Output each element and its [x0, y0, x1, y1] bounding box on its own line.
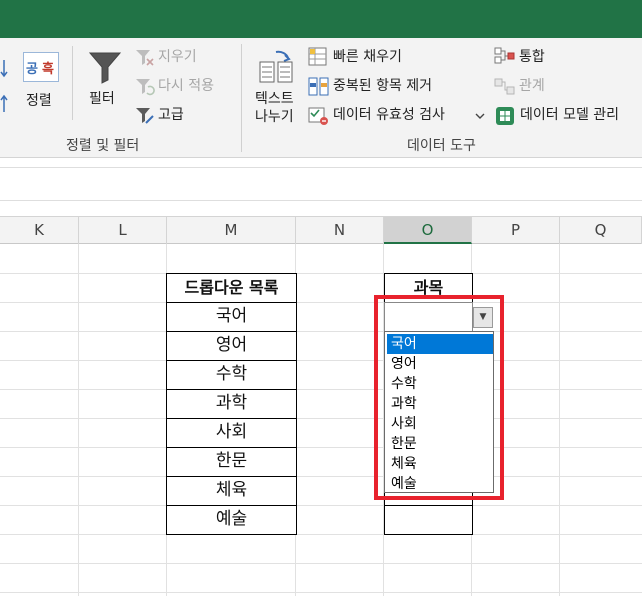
list-item[interactable]: 국어 — [166, 302, 297, 332]
text-to-columns-icon — [259, 50, 293, 83]
reapply-filter-button[interactable]: 다시 적용 — [158, 77, 214, 95]
gridline — [78, 244, 79, 596]
remove-duplicates-button[interactable]: 중복된 항목 제거 — [333, 77, 432, 95]
worksheet-grid[interactable]: 드롭다운 목록 국어 영어 수학 과학 사회 한문 체육 예술 과목 ▼ 국어 … — [0, 244, 642, 596]
gridline — [0, 360, 642, 361]
gridline — [0, 389, 642, 390]
funnel-icon — [88, 52, 122, 84]
sort-label: 정렬 — [26, 93, 52, 109]
list-item[interactable]: 사회 — [166, 418, 297, 448]
gridline — [0, 331, 642, 332]
sort-dialog-icon: 공 흑 — [23, 52, 59, 82]
column-header-l[interactable]: L — [79, 217, 167, 244]
reapply-filter-icon — [136, 79, 155, 96]
sort-descending-icon[interactable] — [0, 94, 12, 116]
title-bar — [0, 0, 642, 38]
relationships-icon — [494, 78, 515, 95]
flash-fill-button[interactable]: 빠른 채우기 — [333, 48, 402, 66]
column-header-p[interactable]: P — [472, 217, 560, 244]
data-model-button[interactable]: 데이터 모델 관리 — [520, 106, 619, 124]
gridline — [0, 302, 642, 303]
list-item[interactable]: 과학 — [166, 389, 297, 419]
gridline — [0, 592, 642, 593]
column-header-q[interactable]: Q — [560, 217, 642, 244]
list-item[interactable]: 체육 — [166, 476, 297, 506]
clear-filter-button[interactable]: 지우기 — [158, 48, 197, 66]
ribbon-divider — [72, 46, 73, 120]
subject-cell[interactable] — [384, 505, 473, 535]
sort-icon-char-2: 흑 — [42, 62, 54, 77]
gridline — [0, 505, 642, 506]
gridline — [0, 273, 642, 274]
consolidate-button[interactable]: 통합 — [519, 48, 545, 66]
column-headers: K L M N O P Q — [0, 216, 642, 244]
highlight-box — [374, 295, 504, 500]
text-to-columns-button[interactable]: 텍스트 나누기 — [250, 50, 302, 130]
sort-ascending-icon[interactable] — [0, 58, 12, 80]
gridline — [0, 534, 642, 535]
list-item[interactable]: 영어 — [166, 331, 297, 361]
data-tools-group-label: 데이터 도구 — [407, 138, 476, 154]
advanced-filter-icon — [136, 108, 154, 124]
column-header-n[interactable]: N — [296, 217, 384, 244]
clear-filter-icon — [136, 50, 154, 66]
advanced-filter-button[interactable]: 고급 — [158, 106, 184, 124]
list-item[interactable]: 예술 — [166, 505, 297, 535]
column-header-m[interactable]: M — [167, 217, 296, 244]
dropdown-list-header-cell[interactable]: 드롭다운 목록 — [166, 273, 297, 303]
text-to-columns-label-2: 나누기 — [255, 109, 294, 125]
gridline — [559, 244, 560, 596]
remove-duplicates-icon — [308, 77, 329, 96]
data-validation-icon — [308, 107, 328, 125]
flash-fill-icon — [308, 47, 327, 66]
list-item[interactable]: 한문 — [166, 447, 297, 477]
gridline — [0, 418, 642, 419]
sort-icon-char-1: 공 — [26, 62, 38, 77]
data-model-icon — [496, 107, 514, 125]
sort-button[interactable]: 공 흑 정렬 — [20, 52, 62, 112]
formula-bar[interactable] — [0, 167, 642, 201]
ribbon: 공 흑 정렬 필터 지우기 다시 적용 고급 정렬 및 필터 텍스트 나누기 빠… — [0, 38, 642, 158]
filter-label: 필터 — [89, 91, 115, 107]
sort-filter-group-label: 정렬 및 필터 — [66, 138, 140, 154]
column-header-o[interactable]: O — [384, 217, 472, 244]
text-to-columns-label-1: 텍스트 — [255, 91, 294, 107]
gridline — [0, 447, 642, 448]
filter-button[interactable]: 필터 — [84, 48, 126, 114]
formula-area — [0, 158, 642, 216]
group-divider — [241, 44, 242, 152]
column-header-k[interactable]: K — [0, 217, 79, 244]
gridline — [0, 563, 642, 564]
consolidate-icon — [494, 47, 515, 64]
chevron-down-icon[interactable] — [475, 111, 485, 121]
data-validation-button[interactable]: 데이터 유효성 검사 — [333, 106, 445, 124]
relationships-button[interactable]: 관계 — [519, 77, 545, 95]
list-item[interactable]: 수학 — [166, 360, 297, 390]
gridline — [0, 476, 642, 477]
